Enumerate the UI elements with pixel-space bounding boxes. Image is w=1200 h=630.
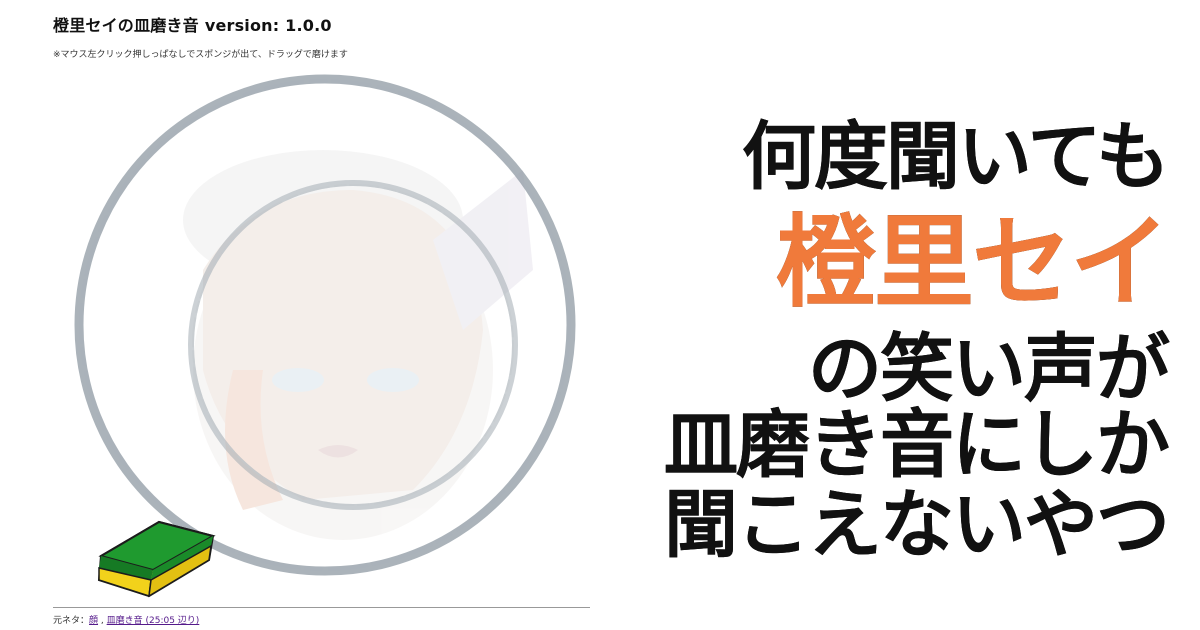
footer-prefix: 元ネタ： [53,616,90,626]
footer-divider [53,607,590,608]
character-illustration [183,150,533,540]
footer: 元ネタ：顔 , 皿磨き音 (25:05 辺り) [53,613,199,626]
instruction-text: ※マウス左クリック押しっぱなしでスポンジが出て、ドラッグで磨けます [53,50,348,60]
headline-line-5: 聞こえないやつ [664,482,1170,568]
app-version: version: 1.0.0 [204,16,332,35]
app-title: 橙里セイの皿磨き音 version: 1.0.0 [53,12,332,36]
headline-line-4: 皿磨き音にしか [664,402,1170,488]
sponge-icon[interactable] [93,510,223,600]
face-source-link[interactable]: 顔 [89,616,98,626]
footer-separator: , [98,616,107,626]
plate-canvas[interactable] [53,70,593,600]
app-title-text: 橙里セイの皿磨き音 [53,16,199,35]
headline-line-3: の笑い声が [808,326,1170,412]
headline-line-2: 橙里セイ [776,203,1170,321]
headline-line-1: 何度聞いても [741,114,1170,200]
scrub-sound-source-link[interactable]: 皿磨き音 (25:05 辺り) [107,616,200,626]
headline-banner: 何度聞いても 橙里セイ の笑い声が 皿磨き音にしか 聞こえないやつ [608,114,1170,568]
